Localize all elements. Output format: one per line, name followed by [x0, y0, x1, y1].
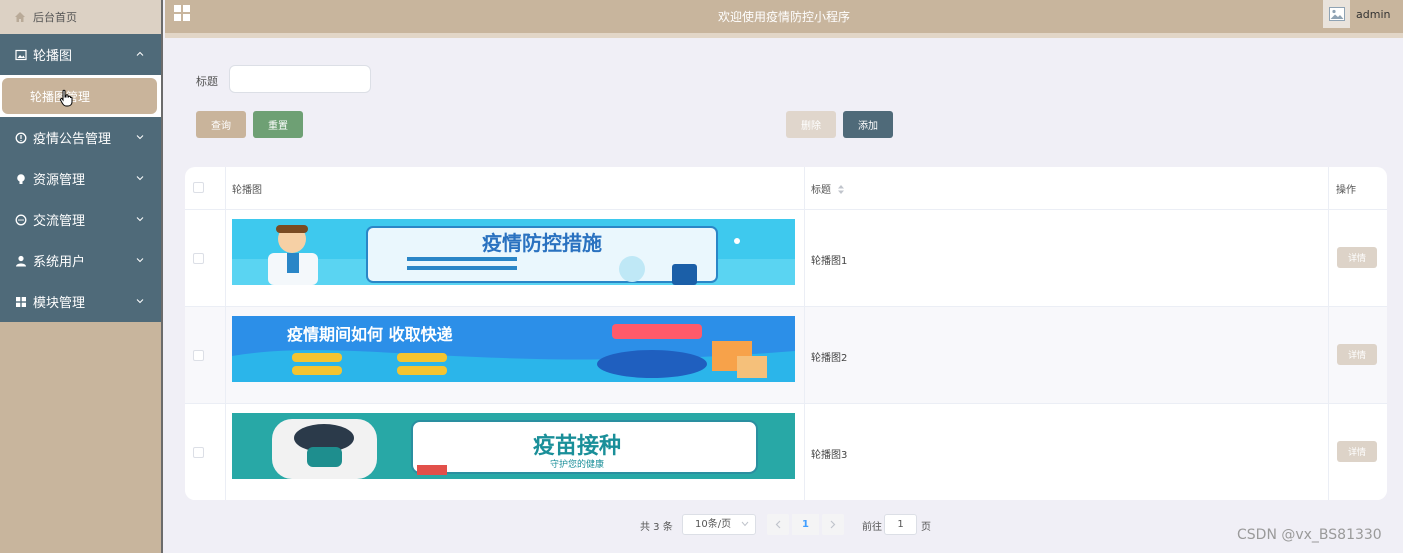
sidebar-home-label: 后台首页 [33, 11, 77, 24]
alert-circle-icon [15, 132, 27, 143]
user-name[interactable]: admin [1356, 8, 1390, 21]
home-icon [15, 12, 25, 22]
sidebar-item-label: 轮播图 [33, 49, 73, 64]
chevron-left-icon [775, 520, 781, 529]
chevron-down-icon [741, 521, 749, 527]
column-divider [804, 167, 805, 500]
title-filter-input[interactable] [229, 65, 371, 93]
page-unit-label: 页 [921, 522, 931, 533]
chevron-down-icon [136, 258, 144, 263]
chevron-down-icon [136, 176, 144, 181]
goto-label: 前往 [862, 522, 882, 533]
data-table: 轮播图 标题 操作 疫情防控措施 轮播图1 详情 疫情期间如何 收取快递 轮播图… [185, 167, 1387, 500]
row-checkbox[interactable] [193, 447, 204, 458]
image-icon [15, 49, 27, 60]
sidebar-home[interactable]: 后台首页 [0, 0, 161, 34]
sidebar-item-label: 交流管理 [33, 214, 86, 229]
sidebar-item-resources[interactable]: 资源管理 [0, 158, 161, 199]
sort-icon[interactable] [838, 185, 845, 194]
sidebar-subitem-carousel-manage[interactable]: 轮播图管理 [2, 78, 157, 114]
sidebar-item-modules[interactable]: 模块管理 [0, 281, 161, 322]
chevron-down-icon [136, 217, 144, 222]
chevron-down-icon [136, 299, 144, 304]
row-divider [185, 306, 1387, 307]
banner-image: 疫苗接种 守护您的健康 [232, 413, 795, 479]
banner-graphic: 疫苗接种 守护您的健康 [232, 413, 795, 479]
sidebar-item-communication[interactable]: 交流管理 [0, 199, 161, 240]
sidebar-item-label: 资源管理 [33, 173, 86, 188]
row-divider [185, 209, 1387, 210]
avatar-image-icon [1328, 7, 1345, 21]
title-filter-label: 标题 [196, 75, 218, 88]
sidebar-item-system-users[interactable]: 系统用户 [0, 240, 161, 281]
submenu: 轮播图管理 [0, 75, 161, 117]
page-number-current[interactable]: 1 [792, 514, 819, 535]
column-header-title[interactable]: 标题 [811, 181, 845, 196]
column-divider [1328, 167, 1329, 500]
row-title: 轮播图2 [811, 353, 848, 364]
column-header-banner: 轮播图 [232, 185, 262, 196]
sidebar-item-label: 系统用户 [33, 255, 86, 270]
watermark: CSDN @vx_BS81330 [1237, 527, 1382, 543]
sidebar-item-label: 疫情公告管理 [33, 132, 112, 147]
column-divider [225, 167, 226, 500]
hand-cursor-icon [59, 89, 73, 107]
reset-button[interactable]: 重置 [253, 111, 303, 138]
prev-page-button[interactable] [767, 514, 789, 535]
chat-icon [15, 214, 27, 225]
banner-image: 疫情期间如何 收取快递 [232, 316, 795, 382]
banner-subtext: 守护您的健康 [550, 458, 604, 470]
row-checkbox[interactable] [193, 253, 204, 264]
banner-text: 疫情期间如何 收取快递 [287, 325, 453, 344]
row-checkbox[interactable] [193, 350, 204, 361]
detail-button[interactable]: 详情 [1337, 344, 1377, 365]
header-divider [165, 33, 1403, 38]
banner-image: 疫情防控措施 [232, 219, 795, 285]
banner-graphic: 疫情期间如何 收取快递 [232, 316, 795, 382]
query-button[interactable]: 查询 [196, 111, 246, 138]
delete-button[interactable]: 删除 [786, 111, 836, 138]
user-icon [16, 255, 26, 266]
detail-button[interactable]: 详情 [1337, 247, 1377, 268]
bulb-icon [17, 173, 25, 184]
column-header-action: 操作 [1336, 185, 1356, 196]
top-header: 欢迎使用疫情防控小程序 admin [165, 0, 1403, 33]
next-page-button[interactable] [822, 514, 844, 535]
avatar[interactable] [1323, 0, 1350, 28]
sidebar-item-label: 模块管理 [33, 296, 86, 311]
chevron-right-icon [830, 520, 836, 529]
pagination-total: 共 3 条 [640, 522, 673, 533]
goto-page-input[interactable]: 1 [884, 514, 917, 535]
sidebar-item-epidemic-notice[interactable]: 疫情公告管理 [0, 117, 161, 158]
app-title: 欢迎使用疫情防控小程序 [717, 10, 850, 24]
page-size-value: 10条/页 [695, 519, 732, 530]
grid-icon [16, 296, 26, 307]
chevron-up-icon [136, 51, 144, 56]
sidebar: 后台首页 轮播图 轮播图管理 疫情公告管理 资源管理 交流管理 系统用户 模块管… [0, 0, 163, 553]
chevron-down-icon [136, 135, 144, 140]
add-button[interactable]: 添加 [843, 111, 893, 138]
row-title: 轮播图3 [811, 450, 848, 461]
column-header-title-label: 标题 [811, 185, 831, 196]
sidebar-item-carousel[interactable]: 轮播图 [0, 34, 161, 75]
row-divider [185, 403, 1387, 404]
row-title: 轮播图1 [811, 256, 848, 267]
select-all-checkbox[interactable] [193, 182, 204, 193]
page-size-select[interactable]: 10条/页 [682, 514, 756, 535]
sidebar-menu: 轮播图 轮播图管理 疫情公告管理 资源管理 交流管理 系统用户 模块管理 [0, 34, 161, 322]
banner-text: 疫苗接种 [533, 433, 621, 459]
banner-graphic: 疫情防控措施 [232, 219, 795, 285]
detail-button[interactable]: 详情 [1337, 441, 1377, 462]
banner-text: 疫情防控措施 [482, 231, 602, 255]
